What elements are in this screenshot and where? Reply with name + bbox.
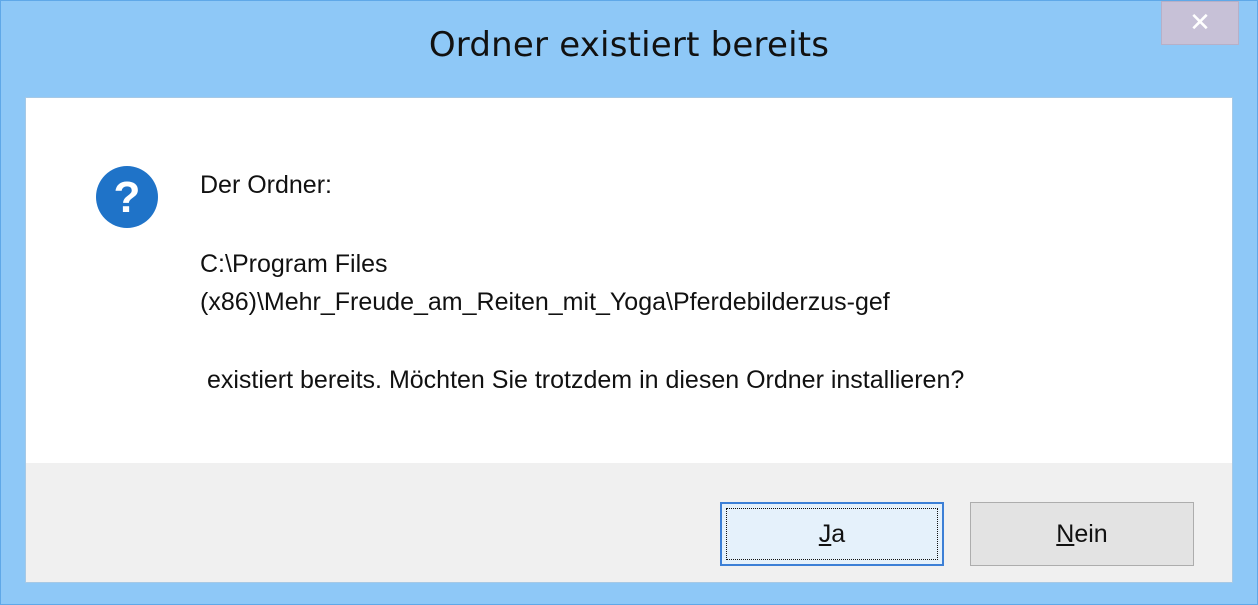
svg-text:?: ? — [114, 173, 141, 222]
no-button-label: Nein — [1056, 519, 1108, 548]
button-bar: Ja Nein — [25, 463, 1233, 583]
folder-path-line-1: C:\Program Files — [200, 250, 388, 278]
dialog-window: Ordner existiert bereits ✕ ? Der Ordner:… — [0, 0, 1258, 605]
question-icon: ? — [96, 166, 158, 228]
message-intro: Der Ordner: — [200, 171, 332, 199]
folder-path-line-2: (x86)\Mehr_Freude_am_Reiten_mit_Yoga\Pfe… — [200, 288, 890, 316]
dialog-title: Ordner existiert bereits — [428, 25, 830, 65]
message-question: existiert bereits. Möchten Sie trotzdem … — [200, 366, 965, 394]
close-icon: ✕ — [1189, 8, 1211, 38]
message-area: ? Der Ordner: C:\Program Files (x86)\Meh… — [25, 97, 1233, 463]
no-button[interactable]: Nein — [970, 502, 1194, 566]
close-button[interactable]: ✕ — [1161, 1, 1239, 45]
yes-button[interactable]: Ja — [720, 502, 944, 566]
title-bar[interactable]: Ordner existiert bereits ✕ — [1, 1, 1257, 97]
yes-button-label: Ja — [818, 519, 846, 548]
